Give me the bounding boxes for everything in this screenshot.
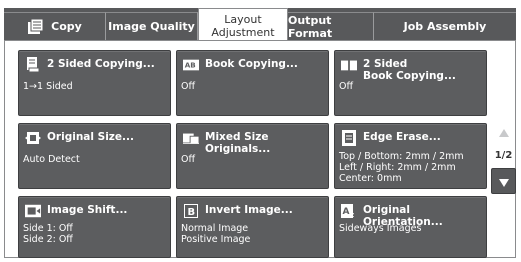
mixed-size-icon — [183, 131, 199, 145]
original-orientation-button[interactable]: A z Original Orientation... Sideways Ima… — [334, 196, 487, 258]
image-shift-icon — [25, 204, 41, 218]
mixed-size-originals-button[interactable]: Mixed Size Originals... Off — [176, 123, 329, 189]
image-shift-value: Side 1: Off Side 2: Off — [23, 223, 73, 245]
mixed-size-originals-title: Mixed Size Originals... — [205, 131, 271, 155]
book-copying-icon: AB — [183, 58, 199, 72]
tab-image-quality[interactable]: Image Quality — [106, 12, 198, 40]
edge-erase-button[interactable]: Edge Erase... Top / Bottom: 2mm / 2mm Le… — [334, 123, 487, 189]
two-sided-copy-icon — [25, 57, 41, 73]
svg-text:A: A — [343, 207, 350, 217]
svg-text:AB: AB — [185, 61, 196, 70]
tab-output-format[interactable]: Output Format — [288, 12, 374, 40]
image-shift-title: Image Shift... — [47, 204, 128, 216]
two-sided-copying-button[interactable]: 2 Sided Copying... 1→1 Sided — [18, 50, 171, 116]
invert-image-icon: B — [183, 204, 199, 218]
image-shift-button[interactable]: Image Shift... Side 1: Off Side 2: Off — [18, 196, 171, 258]
book-copying-title: Book Copying... — [205, 58, 298, 70]
two-sided-book-icon — [341, 58, 357, 72]
book-copying-value: Off — [181, 81, 196, 92]
original-size-value: Auto Detect — [23, 154, 80, 165]
edge-erase-title: Edge Erase... — [363, 131, 441, 143]
svg-text:B: B — [188, 207, 196, 218]
mixed-size-originals-value: Off — [181, 154, 196, 165]
original-size-title: Original Size... — [47, 131, 134, 143]
two-sided-book-copying-button[interactable]: 2 Sided Book Copying... Off — [334, 50, 487, 116]
edge-erase-value: Top / Bottom: 2mm / 2mm Left / Right: 2m… — [339, 151, 464, 184]
arrow-up-icon — [498, 122, 509, 141]
tab-job-assembly[interactable]: Job Assembly — [374, 12, 516, 40]
original-size-button[interactable]: Original Size... Auto Detect — [18, 123, 171, 189]
tab-copy-label: Copy — [51, 20, 82, 33]
edge-erase-icon — [341, 130, 357, 146]
tab-layout-adjustment-label: Layout Adjustment — [211, 12, 275, 39]
page-down-button[interactable] — [491, 168, 516, 194]
tab-layout-adjustment[interactable]: Layout Adjustment — [198, 8, 288, 42]
invert-image-title: Invert Image... — [205, 204, 293, 216]
tab-job-assembly-label: Job Assembly — [403, 20, 487, 33]
book-copying-button[interactable]: AB Book Copying... Off — [176, 50, 329, 116]
tab-image-quality-label: Image Quality — [108, 20, 195, 33]
tab-output-format-label: Output Format — [288, 13, 333, 40]
two-sided-book-copying-value: Off — [339, 81, 354, 92]
tab-copy[interactable]: Copy — [4, 12, 106, 40]
arrow-down-icon — [498, 172, 509, 191]
invert-image-value: Normal Image Positive Image — [181, 223, 251, 245]
copy-icon — [27, 18, 45, 35]
two-sided-copying-value: 1→1 Sided — [23, 81, 73, 92]
two-sided-copying-title: 2 Sided Copying... — [47, 58, 155, 70]
original-orientation-value: Sideways Images — [339, 223, 422, 234]
page-up-button[interactable] — [491, 118, 516, 144]
invert-image-button[interactable]: B Invert Image... Normal Image Positive … — [176, 196, 329, 258]
two-sided-book-copying-title: 2 Sided Book Copying... — [363, 58, 456, 82]
page-indicator: 1/2 — [494, 150, 513, 161]
svg-text:z: z — [350, 211, 354, 218]
original-size-icon — [25, 131, 41, 145]
original-orientation-icon: A z — [341, 204, 357, 218]
